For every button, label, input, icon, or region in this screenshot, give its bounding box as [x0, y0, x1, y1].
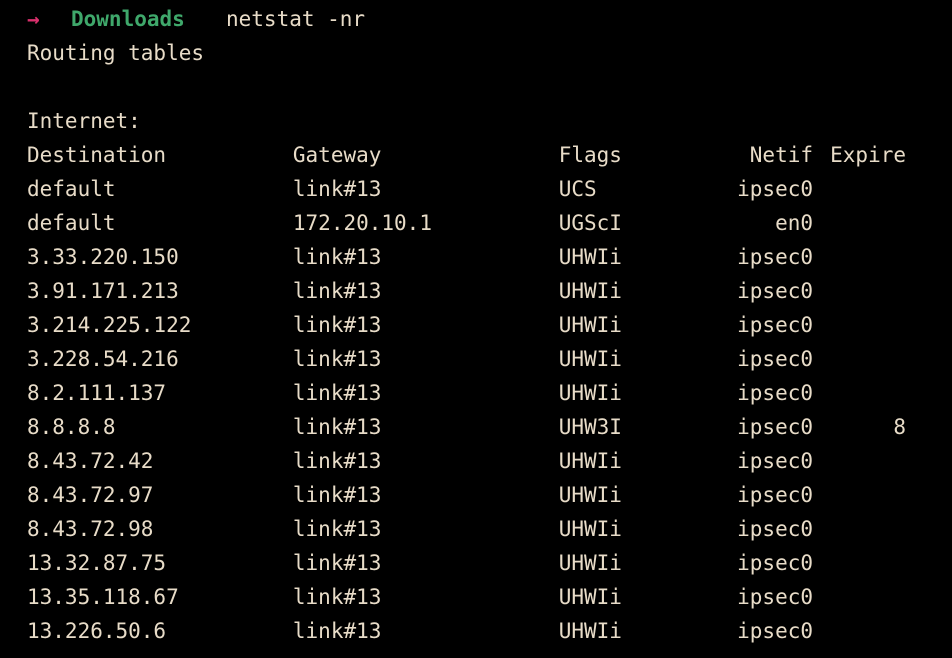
cell-netif: ipsec0: [737, 449, 813, 473]
terminal-screen: → Downloads netstat -nr Routing tables I…: [0, 2, 952, 648]
table-row: 3.91.171.213 link#13 UHWIi ipsec0: [0, 274, 952, 308]
table-row: 8.43.72.97 link#13 UHWIi ipsec0: [0, 478, 952, 512]
table-row: 13.35.118.67 link#13 UHWIi ipsec0: [0, 580, 952, 614]
routing-tables-title: Routing tables: [27, 41, 205, 65]
column-header-expire: Expire: [830, 143, 906, 167]
output-title-line: Routing tables: [0, 36, 952, 70]
section-header-line: Internet:: [0, 104, 952, 138]
cell-expire: 8: [893, 415, 906, 439]
cell-netif: ipsec0: [737, 381, 813, 405]
cell-netif: ipsec0: [737, 245, 813, 269]
cell-netif: ipsec0: [737, 585, 813, 609]
table-row: 3.228.54.216 link#13 UHWIi ipsec0: [0, 342, 952, 376]
table-row: default link#13 UCS ipsec0: [0, 172, 952, 206]
table-row: 3.214.225.122 link#13 UHWIi ipsec0: [0, 308, 952, 342]
cell-netif: ipsec0: [737, 347, 813, 371]
cell-netif: ipsec0: [737, 483, 813, 507]
table-header-row: Destination Gateway Flags Netif Expire: [0, 138, 952, 172]
cell-netif: en0: [775, 211, 813, 235]
prompt-line: → Downloads netstat -nr: [0, 2, 952, 36]
section-label-internet: Internet:: [27, 109, 141, 133]
cell-netif: ipsec0: [737, 279, 813, 303]
cell-netif: ipsec0: [737, 313, 813, 337]
cell-netif: ipsec0: [737, 177, 813, 201]
terminal-window[interactable]: → Downloads netstat -nr Routing tables I…: [0, 0, 952, 658]
routing-table-rows: default link#13 UCS ipsec0 default 172.20.10.…: [0, 172, 952, 648]
prompt-directory: Downloads: [71, 7, 185, 31]
table-row: 8.2.111.137 link#13 UHWIi ipsec0: [0, 376, 952, 410]
table-row: 13.226.50.6 link#13 UHWIi ipsec0: [0, 614, 952, 648]
prompt-command: netstat -nr: [226, 7, 366, 31]
table-row: 8.43.72.42 link#13 UHWIi ipsec0: [0, 444, 952, 478]
cell-netif: ipsec0: [737, 551, 813, 575]
table-row: 8.43.72.98 link#13 UHWIi ipsec0: [0, 512, 952, 546]
table-row: 13.32.87.75 link#13 UHWIi ipsec0: [0, 546, 952, 580]
table-row: 8.8.8.8 link#13 UHW3I ipsec0 8: [0, 410, 952, 444]
table-row: 3.33.220.150 link#13 UHWIi ipsec0: [0, 240, 952, 274]
cell-netif: ipsec0: [737, 619, 813, 643]
prompt-arrow-icon: →: [27, 7, 40, 31]
table-row: default 172.20.10.1 UGScI en0: [0, 206, 952, 240]
cell-netif: ipsec0: [737, 517, 813, 541]
